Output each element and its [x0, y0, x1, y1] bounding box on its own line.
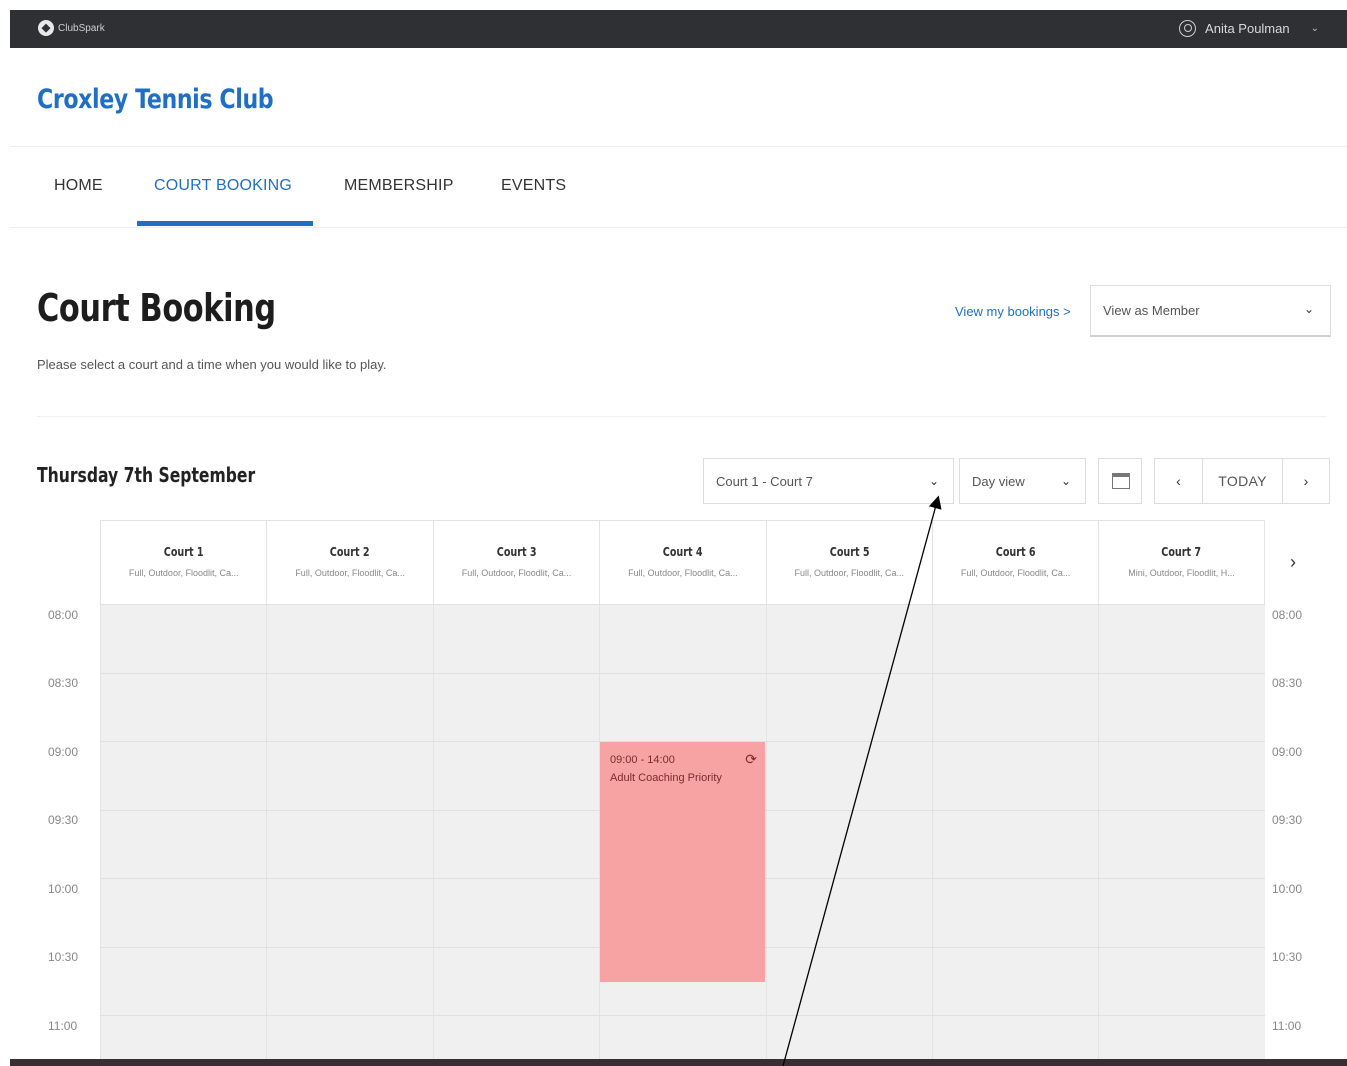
- chevron-down-icon: ⌄: [928, 474, 939, 488]
- previous-day-button[interactable]: ‹: [1155, 459, 1203, 503]
- chevron-down-icon: ⌄: [1060, 474, 1071, 488]
- time-label-left: 11:00: [48, 1019, 78, 1033]
- brand-logo[interactable]: ◆ ClubSpark: [38, 20, 105, 36]
- court-desc: Full, Outdoor, Floodlit, Ca...: [794, 568, 905, 578]
- view-as-select[interactable]: View as Member ⌄: [1090, 285, 1331, 337]
- next-day-button[interactable]: ›: [1283, 459, 1329, 503]
- view-as-value: View as Member: [1103, 303, 1200, 318]
- slot-line: [100, 673, 1265, 674]
- time-label-left: 10:00: [48, 882, 79, 896]
- booking-time: 09:00 - 14:00: [610, 754, 675, 766]
- court-name: Court 2: [330, 545, 370, 559]
- slot-line: [100, 1015, 1265, 1016]
- court-header: Court 1 Full, Outdoor, Floodlit, Ca...: [100, 521, 266, 605]
- court-name: Court 7: [1161, 545, 1202, 559]
- court-header: Court 5 Full, Outdoor, Floodlit, Ca...: [765, 521, 932, 605]
- active-tab-indicator: [137, 221, 313, 226]
- time-label-left: 08:30: [48, 676, 79, 690]
- nav-item-events[interactable]: EVENTS: [501, 177, 566, 195]
- page-subtitle: Please select a court and a time when yo…: [37, 357, 387, 372]
- club-title[interactable]: Croxley Tennis Club: [37, 84, 274, 115]
- court-range-value: Court 1 - Court 7: [716, 474, 813, 489]
- time-label-left: 09:00: [48, 745, 79, 759]
- court-range-select[interactable]: Court 1 - Court 7 ⌄: [703, 458, 954, 504]
- user-name: Anita Poulman: [1205, 21, 1290, 36]
- view-my-bookings-link[interactable]: View my bookings >: [955, 304, 1071, 319]
- main-nav: HOME COURT BOOKING MEMBERSHIP EVENTS: [10, 147, 1347, 227]
- time-label-right: 08:00: [1272, 608, 1303, 622]
- time-label-left: 08:00: [48, 608, 79, 622]
- schedule-date: Thursday 7th September: [37, 463, 256, 487]
- court-header: Court 2 Full, Outdoor, Floodlit, Ca...: [266, 521, 432, 605]
- next-courts-button[interactable]: ›: [1290, 552, 1296, 573]
- calendar-icon: [1112, 473, 1130, 489]
- court-headers: Court 1 Full, Outdoor, Floodlit, Ca... C…: [100, 520, 1265, 605]
- booking-label: Adult Coaching Priority: [610, 772, 722, 784]
- court-desc: Mini, Outdoor, Floodlit, H...: [1128, 568, 1235, 578]
- court-desc: Full, Outdoor, Floodlit, Ca...: [295, 568, 405, 578]
- court-name: Court 4: [662, 545, 703, 559]
- booking-grid: Court 1 Full, Outdoor, Floodlit, Ca... C…: [100, 520, 1265, 1066]
- court-name: Court 1: [163, 545, 204, 559]
- bottom-bar: [10, 1059, 1347, 1066]
- top-bar: ◆ ClubSpark Anita Poulman ⌄: [10, 10, 1347, 48]
- time-label-right: 09:00: [1272, 745, 1303, 759]
- date-pager: ‹ TODAY ›: [1154, 458, 1330, 504]
- court-name: Court 6: [995, 545, 1036, 559]
- user-circle-icon: [1179, 20, 1197, 37]
- user-menu[interactable]: Anita Poulman ⌄: [1179, 20, 1319, 37]
- nav-item-membership[interactable]: MEMBERSHIP: [344, 177, 454, 195]
- nav-item-home[interactable]: HOME: [54, 177, 103, 195]
- chevron-down-icon: ⌄: [1303, 302, 1314, 316]
- today-button[interactable]: TODAY: [1203, 459, 1283, 503]
- time-label-left: 09:30: [48, 813, 79, 827]
- booking-block[interactable]: 09:00 - 14:00 Adult Coaching Priority ⟳: [600, 742, 765, 982]
- time-label-right: 11:00: [1272, 1019, 1302, 1033]
- calendar-button[interactable]: [1098, 458, 1142, 504]
- court-desc: Full, Outdoor, Floodlit, Ca...: [628, 568, 738, 578]
- slot-line: [100, 604, 1265, 605]
- chevron-down-icon: ⌄: [1310, 23, 1319, 34]
- clubspark-logo-icon: ◆: [38, 20, 54, 36]
- nav-divider-bottom: [10, 227, 1347, 228]
- time-label-right: 08:30: [1272, 676, 1303, 690]
- repeat-icon: ⟳: [745, 751, 757, 767]
- brand-name: ClubSpark: [58, 22, 105, 34]
- time-label-left: 10:30: [48, 950, 79, 964]
- view-mode-select[interactable]: Day view ⌄: [959, 458, 1086, 504]
- time-label-right: 09:30: [1272, 813, 1303, 827]
- view-mode-value: Day view: [972, 474, 1025, 489]
- court-header: Court 3 Full, Outdoor, Floodlit, Ca...: [432, 521, 599, 605]
- section-divider: [37, 416, 1327, 417]
- court-desc: Full, Outdoor, Floodlit, Ca...: [461, 568, 572, 578]
- court-desc: Full, Outdoor, Floodlit, Ca...: [128, 568, 239, 578]
- court-header: Court 4 Full, Outdoor, Floodlit, Ca...: [599, 521, 765, 605]
- time-label-right: 10:00: [1272, 882, 1303, 896]
- court-header: Court 6 Full, Outdoor, Floodlit, Ca...: [931, 521, 1098, 605]
- time-label-right: 10:30: [1272, 950, 1303, 964]
- nav-item-court-booking[interactable]: COURT BOOKING: [154, 177, 292, 195]
- page-title: Court Booking: [37, 286, 276, 330]
- court-desc: Full, Outdoor, Floodlit, Ca...: [960, 568, 1071, 578]
- court-name: Court 5: [829, 545, 870, 559]
- court-header: Court 7 Mini, Outdoor, Floodlit, H...: [1098, 521, 1265, 605]
- court-name: Court 3: [496, 545, 537, 559]
